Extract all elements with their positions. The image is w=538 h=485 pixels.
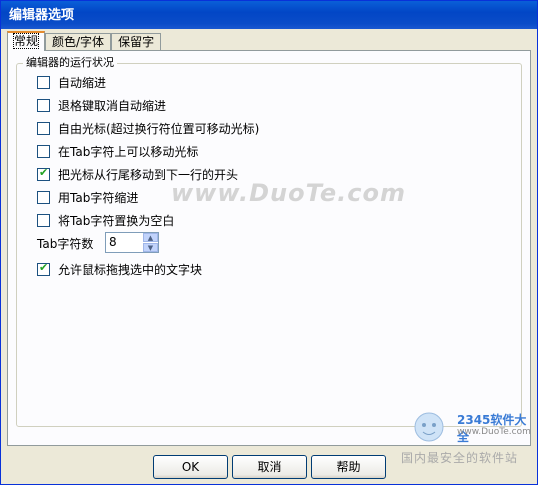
tab-reserved-words-label: 保留字 — [118, 35, 155, 49]
tab-colors-fonts-label: 颜色/字体 — [52, 35, 105, 49]
editor-options-dialog: 编辑器选项 常规 颜色/字体 保留字 编辑器的运行状况 自动缩进 退格键取消自动… — [0, 0, 538, 485]
help-button[interactable]: 帮助 — [311, 455, 386, 479]
dialog-title: 编辑器选项 — [1, 1, 537, 29]
auto-indent-label: 自动缩进 — [58, 75, 107, 90]
auto-indent-option[interactable]: 自动缩进 — [37, 74, 106, 90]
drag-text-checkbox[interactable]: ✔ — [37, 260, 50, 276]
tab-colors-fonts[interactable]: 颜色/字体 — [45, 33, 112, 51]
tab-size-value[interactable]: 8 — [109, 235, 117, 249]
free-cursor-checkbox[interactable] — [37, 121, 50, 135]
dialog-buttons: OK 取消 帮助 — [153, 455, 386, 479]
checkmark-icon: ✔ — [39, 165, 49, 179]
watermark-slogan: 国内最安全的软件站 — [401, 451, 519, 465]
tab-general[interactable]: 常规 — [7, 31, 46, 51]
cancel-button[interactable]: 取消 — [232, 455, 307, 479]
tab-general-label: 常规 — [12, 33, 40, 49]
auto-indent-checkbox[interactable] — [37, 75, 50, 89]
cartoon-mascot-icon — [414, 412, 444, 442]
tab-indent-label: 用Tab字符缩进 — [58, 190, 139, 205]
watermark-url: www.DuoTe.com — [457, 427, 531, 437]
drag-text-label: 允许鼠标拖拽选中的文字块 — [58, 262, 203, 277]
cursor-on-tab-label: 在Tab字符上可以移动光标 — [58, 144, 199, 159]
tab-to-space-option[interactable]: 将Tab字符置换为空白 — [37, 212, 174, 228]
drag-text-option[interactable]: ✔ 允许鼠标拖拽选中的文字块 — [37, 261, 202, 277]
tab-to-space-label: 将Tab字符置换为空白 — [58, 213, 175, 228]
tab-to-space-checkbox[interactable] — [37, 213, 50, 227]
backspace-unindent-label: 退格键取消自动缩进 — [58, 98, 167, 113]
checkmark-icon: ✔ — [39, 260, 49, 274]
tab-size-stepper[interactable]: 8 ▲ ▼ — [105, 232, 159, 253]
cursor-on-tab-option[interactable]: 在Tab字符上可以移动光标 — [37, 143, 198, 159]
editor-behavior-group: 编辑器的运行状况 自动缩进 退格键取消自动缩进 自由光标(超过换行符位置可移动光… — [16, 56, 522, 427]
group-title: 编辑器的运行状况 — [23, 56, 117, 70]
free-cursor-option[interactable]: 自由光标(超过换行符位置可移动光标) — [37, 120, 259, 136]
spin-up-icon[interactable]: ▲ — [143, 233, 158, 242]
wrap-cursor-checkbox[interactable]: ✔ — [37, 165, 50, 181]
backspace-unindent-option[interactable]: 退格键取消自动缩进 — [37, 97, 166, 113]
watermark-text: www.DuoTe.com — [171, 179, 406, 207]
tab-indent-checkbox[interactable] — [37, 190, 50, 204]
free-cursor-label: 自由光标(超过换行符位置可移动光标) — [58, 121, 260, 136]
cursor-on-tab-checkbox[interactable] — [37, 144, 50, 158]
tab-reserved-words[interactable]: 保留字 — [111, 33, 162, 51]
tab-size-label: Tab字符数 — [37, 237, 94, 251]
ok-button[interactable]: OK — [153, 455, 228, 479]
backspace-unindent-checkbox[interactable] — [37, 98, 50, 112]
tab-strip: 常规 颜色/字体 保留字 — [7, 31, 162, 51]
tab-indent-option[interactable]: 用Tab字符缩进 — [37, 189, 138, 205]
spin-down-icon[interactable]: ▼ — [143, 243, 158, 252]
watermark-logo: 2345软件大全 www.DuoTe.com 国内最安全的软件站 — [399, 405, 531, 465]
tab-panel-general: 编辑器的运行状况 自动缩进 退格键取消自动缩进 自由光标(超过换行符位置可移动光… — [7, 50, 531, 446]
